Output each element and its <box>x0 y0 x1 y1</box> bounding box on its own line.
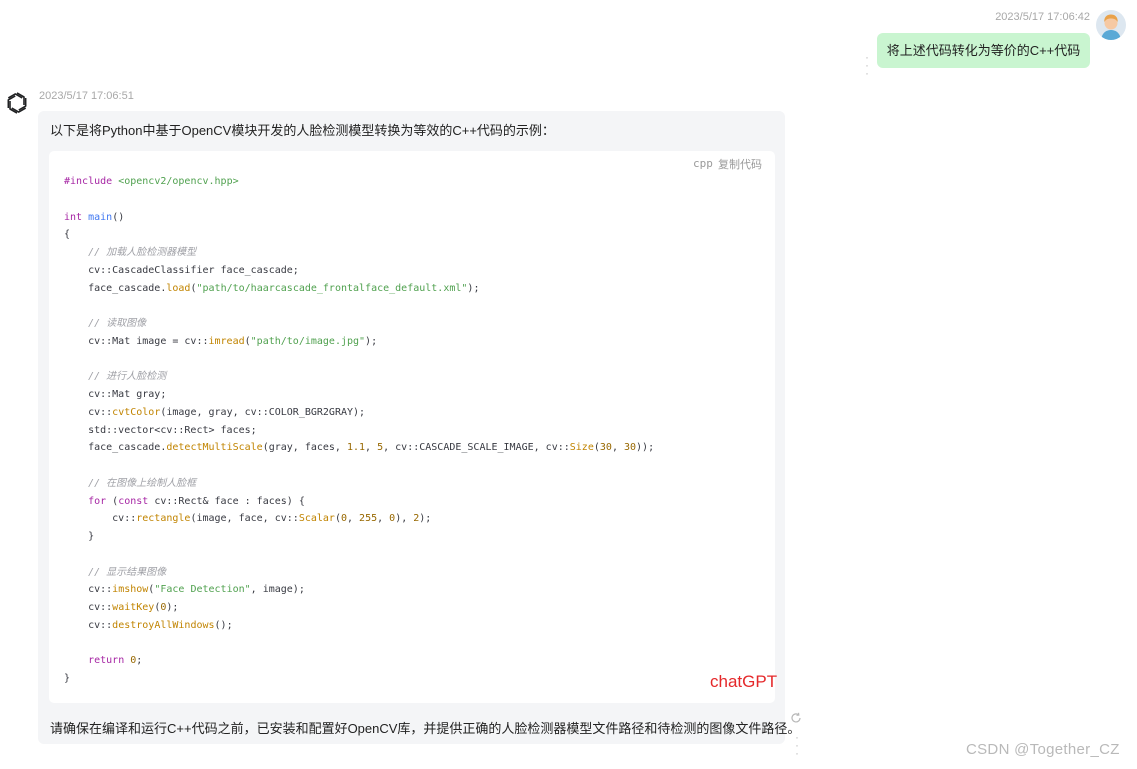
code-line: face_cascade.load("path/to/haarcascade_f… <box>64 282 480 294</box>
code-content: #include <opencv2/opencv.hpp> ​ int main()… <box>64 173 654 688</box>
code-line: } <box>64 531 95 542</box>
code-line: ​ <box>64 191 654 209</box>
regenerate-icon[interactable] <box>790 711 802 723</box>
code-line: cv::waitKey(0); <box>64 602 179 613</box>
code-line: std::vector<cv::Rect> faces; <box>64 424 257 436</box>
user-message-more-icon[interactable]: · · · <box>864 51 870 79</box>
code-line: int main() <box>64 211 125 223</box>
assistant-message-timestamp: 2023/5/17 17:06:51 <box>39 90 134 102</box>
code-line: cv::cvtColor(image, gray, cv::COLOR_BGR2… <box>64 406 366 418</box>
code-line: cv::CascadeClassifier face_cascade; <box>64 264 299 276</box>
code-line: ​ <box>64 457 654 475</box>
code-line: // 显示结果图像 <box>88 566 167 578</box>
assistant-message-more-icon[interactable]: · · · <box>794 731 800 759</box>
code-line: // 加载人脸检测器模型 <box>88 247 197 258</box>
code-line: cv::Mat image = cv::imread("path/to/imag… <box>64 335 378 347</box>
code-line: // 在图像上绘制人脸框 <box>88 477 197 489</box>
code-line: ​ <box>64 635 654 653</box>
code-line: } <box>64 673 71 684</box>
chatgpt-overlay-label: chatGPT <box>710 672 778 691</box>
user-message-timestamp: 2023/5/17 17:06:42 <box>995 11 1090 23</box>
code-line: cv::Mat gray; <box>64 389 167 400</box>
code-line: { <box>64 229 71 241</box>
copy-code-button[interactable]: 复制代码 <box>718 156 762 172</box>
code-line: return 0; <box>88 655 143 667</box>
code-line: ​ <box>64 351 654 369</box>
code-line: face_cascade.detectMultiScale(gray, face… <box>64 442 655 454</box>
user-message-bubble: 将上述代码转化为等价的C++代码 <box>877 33 1090 68</box>
code-line: cv::destroyAllWindows(); <box>64 619 233 631</box>
assistant-note-text: 请确保在编译和运行C++代码之前，已安装和配置好OpenCV库，并提供正确的人脸… <box>50 721 801 736</box>
code-line: cv::imshow("Face Detection", image); <box>64 584 305 596</box>
code-language-label: cpp <box>693 157 713 170</box>
assistant-intro-text: 以下是将Python中基于OpenCV模块开发的人脸检测模型转换为等效的C++代… <box>50 123 555 138</box>
code-line: // 进行人脸检测 <box>88 371 167 383</box>
code-line: cv::rectangle(image, face, cv::Scalar(0,… <box>64 513 432 525</box>
openai-logo-icon <box>3 89 31 117</box>
code-line: for (const cv::Rect& face : faces) { <box>88 495 305 507</box>
user-avatar-icon[interactable] <box>1096 10 1126 40</box>
csdn-watermark: CSDN @Together_CZ <box>966 741 1120 758</box>
code-line: // 读取图像 <box>88 318 147 329</box>
code-line: #include <opencv2/opencv.hpp> <box>64 176 239 187</box>
code-line: ​ <box>64 546 654 564</box>
code-line: ​ <box>64 297 654 315</box>
